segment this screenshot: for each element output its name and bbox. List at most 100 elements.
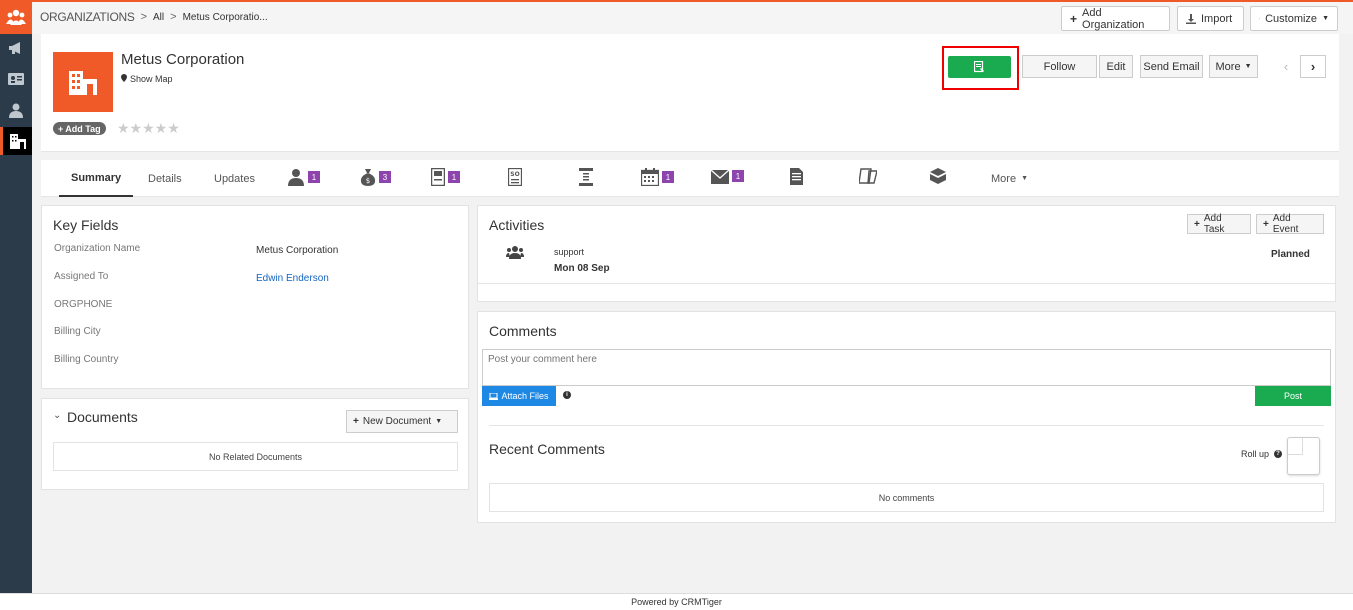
next-record-icon[interactable]: › [1300, 55, 1326, 78]
show-map-label: Show Map [130, 74, 173, 84]
add-tag-button[interactable]: + Add Tag [53, 122, 106, 135]
tab-opportunities[interactable]: $ 3 [360, 168, 391, 186]
breadcrumb-current: Metus Corporatio... [182, 11, 268, 23]
products-icon [930, 168, 946, 184]
person-icon[interactable] [0, 96, 32, 124]
app-logo-icon[interactable] [0, 0, 32, 34]
question-icon[interactable]: ? [1274, 450, 1283, 458]
document-icon [790, 168, 803, 185]
add-organization-label: Add Organization [1082, 6, 1145, 31]
caret-down-icon: ▼ [1021, 175, 1028, 182]
caret-down-icon: ▼ [435, 418, 443, 425]
invoice-icon [579, 168, 593, 186]
plus-circle-icon: + [58, 123, 64, 134]
tab-quotes[interactable]: 1 [431, 168, 460, 186]
assigned-to-link[interactable]: Edwin Enderson [256, 273, 329, 284]
top-bar: ORGANIZATIONS > All > Metus Corporatio..… [32, 0, 1353, 34]
comments-panel: Comments Attach Files i Post Recent Comm… [477, 311, 1336, 523]
download-icon [1186, 13, 1196, 24]
tab-calendar[interactable]: 1 [641, 168, 674, 186]
tab-products[interactable] [930, 168, 946, 184]
previous-record-icon[interactable]: ‹ [1273, 55, 1299, 78]
tab-updates[interactable]: Updates [214, 160, 255, 197]
activity-item[interactable]: support Mon 08 Sep Planned [478, 239, 1335, 284]
activity-status: Planned [1271, 249, 1310, 260]
field-label: ORGPHONE [54, 299, 113, 310]
activities-panel: Activities + Add Task + Add Event suppor… [477, 205, 1336, 302]
tab-count-badge: 1 [732, 170, 744, 182]
field-label: Billing Country [54, 354, 119, 365]
tab-count-badge: 1 [662, 171, 674, 183]
new-document-label: New Document [362, 416, 432, 427]
footer: Powered by CRMTiger [0, 593, 1353, 610]
comments-title: Comments [489, 323, 557, 339]
tab-invoices[interactable] [579, 168, 593, 186]
plus-icon: + [1070, 11, 1078, 26]
follow-button[interactable]: Follow [1022, 55, 1097, 78]
record-title: Metus Corporation [121, 51, 245, 68]
send-email-button[interactable]: Send Email [1140, 55, 1203, 78]
documents-title: Documents [67, 409, 138, 425]
documents-panel: ⌄ Documents + New Document ▼ No Related … [41, 398, 469, 490]
documents-empty-message: No Related Documents [53, 442, 458, 471]
svg-text:$: $ [366, 177, 370, 185]
tab-tickets[interactable] [859, 168, 877, 184]
meeting-group-icon [506, 246, 524, 259]
new-document-button[interactable]: + New Document ▼ [346, 410, 458, 433]
edit-label: Edit [1106, 60, 1126, 73]
organization-name-value[interactable]: Metus Corporation [256, 245, 338, 256]
no-comments-message: No comments [489, 483, 1324, 512]
svg-text:SO: SO [510, 171, 519, 178]
tab-documents[interactable] [790, 168, 803, 185]
show-map-link[interactable]: Show Map [121, 74, 173, 84]
import-button[interactable]: Import [1177, 6, 1244, 31]
breadcrumb-all[interactable]: All [153, 12, 164, 23]
map-marker-icon [121, 74, 127, 84]
tab-emails[interactable]: 1 [711, 168, 744, 184]
add-task-label: Add Task [1203, 213, 1225, 235]
tab-sales-orders[interactable]: SO [508, 168, 522, 186]
megaphone-icon[interactable] [0, 34, 32, 62]
tab-summary[interactable]: Summary [59, 160, 134, 197]
customize-button[interactable]: Customize ▼ [1250, 6, 1338, 31]
record-header: Metus Corporation Show Map + Add Tag ★★★… [41, 34, 1339, 152]
more-actions-button[interactable]: More ▼ [1209, 55, 1258, 78]
organizations-icon[interactable] [0, 127, 32, 155]
chevron-down-icon[interactable]: ⌄ [53, 410, 61, 421]
edit-button[interactable]: Edit [1099, 55, 1133, 78]
recent-comments-title: Recent Comments [489, 441, 605, 457]
generate-document-button[interactable] [948, 56, 1011, 78]
post-button[interactable]: Post [1255, 386, 1331, 406]
tab-details[interactable]: Details [148, 160, 182, 197]
add-task-button[interactable]: + Add Task [1187, 213, 1251, 235]
wrench-icon [1259, 17, 1261, 20]
contact-card-icon[interactable] [0, 65, 32, 93]
tab-contacts[interactable]: 1 [287, 168, 320, 186]
tab-more[interactable]: More ▼ [991, 160, 1028, 197]
add-organization-button[interactable]: + Add Organization [1061, 6, 1170, 31]
field-label: Billing City [54, 326, 101, 337]
record-tabs: Summary Details Updates 1 $ 3 1 SO 1 1 M… [41, 160, 1339, 197]
comment-input[interactable] [482, 349, 1331, 386]
tab-count-badge: 1 [308, 171, 320, 183]
follow-label: Follow [1043, 60, 1076, 73]
plus-icon: + [353, 416, 359, 427]
tab-details-label: Details [148, 172, 182, 185]
plus-icon: + [1194, 218, 1200, 230]
toggle-knob [1288, 438, 1303, 455]
post-label: Post [1283, 391, 1302, 401]
calendar-icon [641, 168, 659, 186]
attach-files-button[interactable]: Attach Files [482, 386, 556, 406]
footer-text: Powered by CRMTiger [631, 597, 722, 607]
add-event-button[interactable]: + Add Event [1256, 213, 1324, 235]
star-rating[interactable]: ★★★★★ [117, 120, 180, 137]
info-icon[interactable]: i [563, 391, 571, 399]
breadcrumb-module[interactable]: ORGANIZATIONS [40, 10, 135, 24]
activity-date: Mon 08 Sep [554, 263, 610, 274]
tab-count-badge: 1 [448, 171, 460, 183]
field-label: Organization Name [54, 243, 141, 254]
roll-up-toggle[interactable] [1287, 437, 1320, 475]
key-fields-panel: Key Fields Organization Name Metus Corpo… [41, 205, 469, 389]
tab-updates-label: Updates [214, 172, 255, 185]
roll-up-label: Roll up ? [1241, 449, 1283, 459]
